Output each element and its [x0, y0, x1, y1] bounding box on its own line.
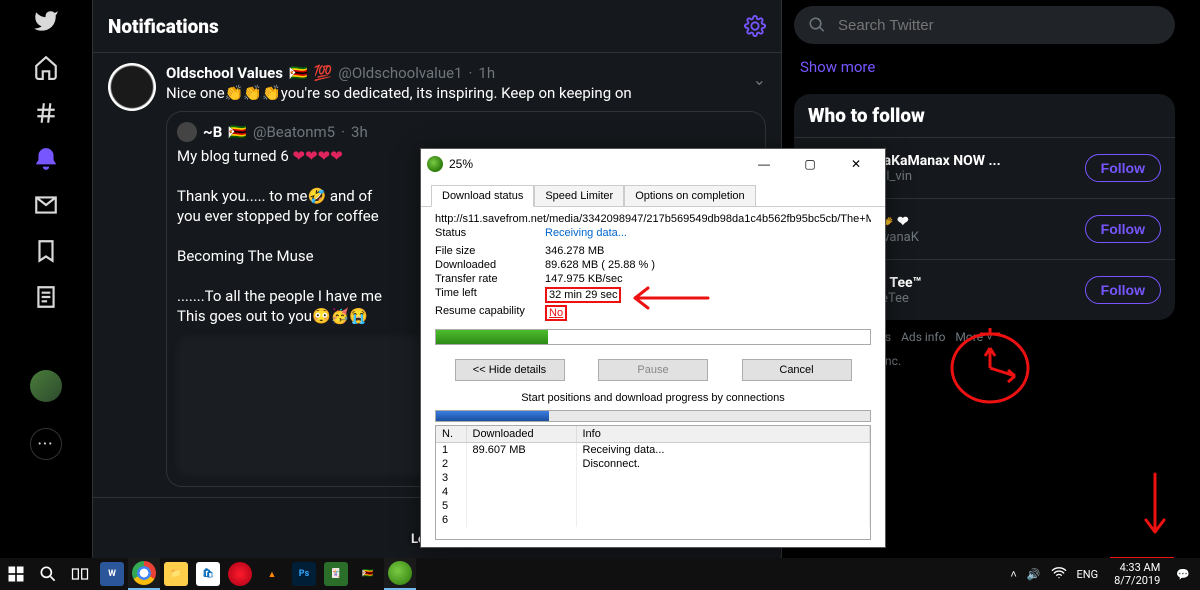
taskbar-app-chrome[interactable]	[128, 558, 160, 590]
taskbar-app-store[interactable]: 🛍	[192, 558, 224, 590]
author-flag: 🇿🇼	[289, 63, 308, 83]
lists-icon[interactable]	[33, 284, 59, 310]
quoted-name: ~B	[203, 122, 222, 142]
show-more-link[interactable]: Show more	[794, 44, 1175, 90]
tray-notifications-icon[interactable]: 💬	[1176, 568, 1190, 581]
idm-app-icon	[427, 156, 443, 172]
taskbar: W 📁 🛍 ▲ Ps 🃏 🇿🇼 ˄ 🔊 ENG 4:33 AM 8/7/2019…	[0, 558, 1200, 590]
search-taskbar-icon[interactable]	[32, 558, 64, 590]
idm-resume-no: No	[549, 307, 563, 319]
page-title: Notifications	[108, 15, 219, 38]
who-to-follow-title: Who to follow	[794, 94, 1175, 137]
idm-title-text: 25%	[449, 157, 735, 171]
tweet-caret-icon[interactable]: ⌄	[753, 70, 766, 89]
taskbar-app-idm[interactable]	[384, 558, 416, 590]
dot-sep: ·	[468, 63, 472, 83]
tray-clock[interactable]: 4:33 AM 8/7/2019	[1108, 561, 1166, 587]
follow-button[interactable]: Follow	[1085, 276, 1161, 304]
quoted-handle: @Beatonm5	[253, 122, 335, 142]
tray-chevron-icon[interactable]: ˄	[1010, 568, 1016, 581]
table-row: 3	[436, 471, 870, 485]
explore-icon[interactable]	[33, 100, 59, 126]
notification-text: Nice one👏👏👏you're so dedicated, its insp…	[166, 83, 766, 103]
idm-tabs: Download status Speed Limiter Options on…	[421, 179, 885, 207]
home-icon[interactable]	[33, 54, 59, 80]
system-tray: ˄ 🔊 ENG 4:33 AM 8/7/2019 💬	[1010, 561, 1200, 587]
messages-icon[interactable]	[33, 192, 59, 218]
notifications-header: Notifications	[93, 0, 781, 53]
quoted-flag: 🇿🇼	[228, 122, 247, 142]
more-menu-button[interactable]: •••	[30, 428, 62, 460]
taskbar-app-word[interactable]: W	[96, 558, 128, 590]
taskbar-app-freecell[interactable]: 🃏	[320, 558, 352, 590]
idm-body: http://s11.savefrom.net/media/3342098947…	[421, 207, 885, 351]
minimize-button[interactable]: —	[741, 149, 787, 179]
author-name[interactable]: Oldschool Values	[166, 63, 283, 83]
task-view-icon[interactable]	[64, 558, 96, 590]
cancel-button[interactable]: Cancel	[742, 359, 852, 381]
idm-tab-download-status[interactable]: Download status	[431, 185, 534, 207]
idm-progress-bar	[435, 329, 871, 345]
table-row: 189.607 MBReceiving data...	[436, 443, 870, 458]
idm-tab-options[interactable]: Options on completion	[624, 185, 755, 206]
close-button[interactable]: ✕	[833, 149, 879, 179]
author-badge: 💯	[314, 63, 333, 83]
maximize-button[interactable]: ▢	[787, 149, 833, 179]
pause-button[interactable]: Pause	[598, 359, 708, 381]
tray-wifi-icon[interactable]	[1051, 565, 1067, 584]
idm-url: http://s11.savefrom.net/media/3342098947…	[435, 213, 871, 225]
table-row: 6	[436, 513, 870, 527]
tray-volume-icon[interactable]: 🔊	[1027, 568, 1041, 581]
search-input[interactable]	[838, 17, 1161, 34]
idm-connections-table[interactable]: N. Downloaded Info 189.607 MBReceiving d…	[435, 425, 871, 540]
profile-avatar[interactable]	[30, 370, 62, 402]
idm-tab-speed-limiter[interactable]: Speed Limiter	[534, 185, 624, 206]
taskbar-app-photoshop[interactable]: Ps	[288, 558, 320, 590]
idm-status-value: Receiving data...	[545, 227, 627, 239]
idm-download-dialog: 25% — ▢ ✕ Download status Speed Limiter …	[420, 148, 886, 548]
footer-link[interactable]: Ads info	[901, 330, 945, 344]
idm-titlebar[interactable]: 25% — ▢ ✕	[421, 149, 885, 179]
idm-progress-fill	[436, 330, 548, 344]
table-row: 4	[436, 485, 870, 499]
idm-time-left-box: 32 min 29 sec	[545, 287, 621, 303]
footer-link[interactable]: More ˅	[955, 330, 993, 344]
notifications-icon[interactable]	[33, 146, 59, 172]
author-handle[interactable]: @Oldschoolvalue1	[338, 63, 462, 83]
taskbar-app-flag[interactable]: 🇿🇼	[352, 558, 384, 590]
search-box[interactable]	[794, 6, 1175, 44]
idm-status-label: Status	[435, 227, 545, 239]
idm-connections-caption: Start positions and download progress by…	[421, 389, 885, 407]
taskbar-app-vlc[interactable]: ▲	[256, 558, 288, 590]
start-button[interactable]	[0, 558, 32, 590]
twitter-logo-icon[interactable]	[33, 8, 59, 34]
taskbar-app-opera[interactable]	[224, 558, 256, 590]
taskbar-app-explorer[interactable]: 📁	[160, 558, 192, 590]
tray-language[interactable]: ENG	[1077, 568, 1099, 581]
notification-time[interactable]: 1h	[478, 63, 495, 83]
nav-sidebar: •••	[0, 0, 92, 558]
follow-button[interactable]: Follow	[1085, 215, 1161, 243]
idm-multi-progress	[435, 410, 871, 422]
author-avatar[interactable]	[108, 63, 156, 111]
quoted-avatar	[177, 122, 197, 142]
table-row: 5	[436, 499, 870, 513]
table-row: 2Disconnect.	[436, 457, 870, 471]
hide-details-button[interactable]: << Hide details	[455, 359, 565, 381]
follow-button[interactable]: Follow	[1085, 154, 1161, 182]
settings-icon[interactable]	[744, 15, 766, 37]
quoted-time: 3h	[351, 122, 368, 142]
bookmarks-icon[interactable]	[33, 238, 59, 264]
search-icon	[808, 16, 826, 34]
